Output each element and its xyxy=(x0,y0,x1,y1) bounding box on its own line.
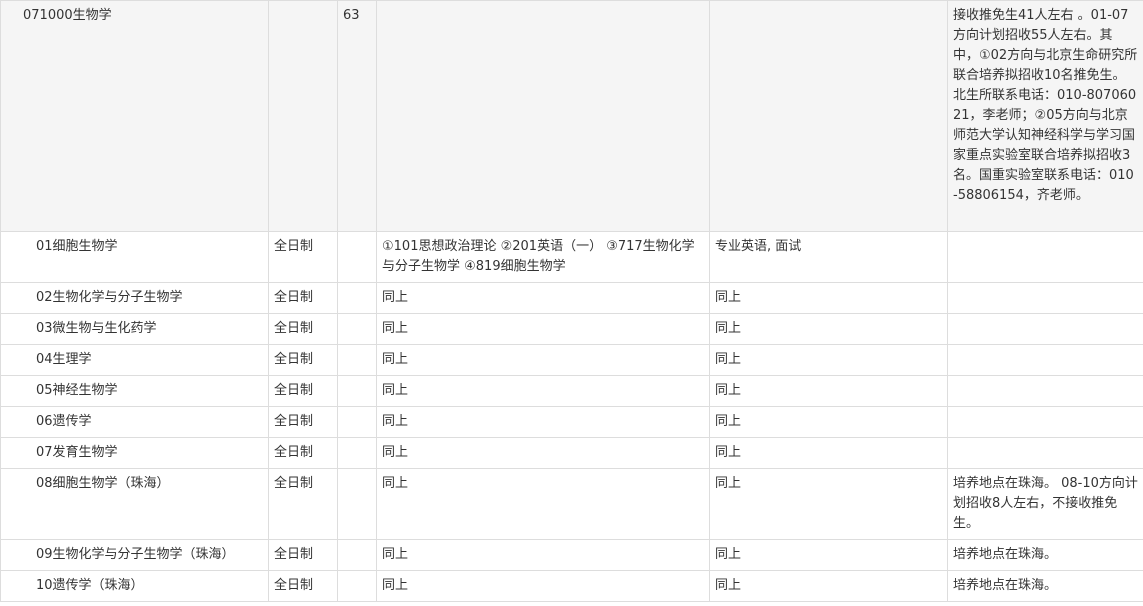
direction-name: 08细胞生物学（珠海） xyxy=(1,469,269,540)
direction-name: 03微生物与生化药学 xyxy=(1,314,269,345)
direction-row: 09生物化学与分子生物学（珠海）全日制同上同上培养地点在珠海。 xyxy=(1,540,1143,571)
study-mode: 全日制 xyxy=(269,571,338,602)
admissions-table: 071000生物学 63 接收推免生41人左右 。01-07方向计划招收55人左… xyxy=(0,0,1143,602)
study-mode: 全日制 xyxy=(269,438,338,469)
retest-subjects: 同上 xyxy=(710,314,948,345)
exam-subjects: 同上 xyxy=(377,438,710,469)
enrollment-count xyxy=(338,345,377,376)
study-mode: 全日制 xyxy=(269,376,338,407)
direction-row: 10遗传学（珠海）全日制同上同上培养地点在珠海。 xyxy=(1,571,1143,602)
retest-subjects: 同上 xyxy=(710,540,948,571)
exam-subjects: 同上 xyxy=(377,345,710,376)
exam-subjects: 同上 xyxy=(377,376,710,407)
notes xyxy=(948,376,1143,407)
notes: 培养地点在珠海。 xyxy=(948,571,1143,602)
direction-name: 09生物化学与分子生物学（珠海） xyxy=(1,540,269,571)
exam-subjects: 同上 xyxy=(377,571,710,602)
notes: 培养地点在珠海。 xyxy=(948,540,1143,571)
retest-subjects: 同上 xyxy=(710,438,948,469)
direction-name: 05神经生物学 xyxy=(1,376,269,407)
notes xyxy=(948,438,1143,469)
retest-subjects: 专业英语, 面试 xyxy=(710,232,948,283)
study-mode: 全日制 xyxy=(269,540,338,571)
direction-name: 02生物化学与分子生物学 xyxy=(1,283,269,314)
major-name: 071000生物学 xyxy=(1,1,269,232)
notes xyxy=(948,345,1143,376)
exam-subjects: 同上 xyxy=(377,469,710,540)
direction-row: 05神经生物学全日制 同上同上 xyxy=(1,376,1143,407)
enrollment-count xyxy=(338,232,377,283)
retest-subjects xyxy=(710,1,948,232)
exam-subjects: 同上 xyxy=(377,314,710,345)
retest-subjects: 同上 xyxy=(710,283,948,314)
enrollment-count xyxy=(338,571,377,602)
retest-subjects: 同上 xyxy=(710,407,948,438)
enrollment-count xyxy=(338,283,377,314)
direction-name: 10遗传学（珠海） xyxy=(1,571,269,602)
direction-row: 07发育生物学全日制 同上同上 xyxy=(1,438,1143,469)
study-mode: 全日制 xyxy=(269,314,338,345)
exam-subjects: 同上 xyxy=(377,407,710,438)
notes xyxy=(948,283,1143,314)
exam-subjects xyxy=(377,1,710,232)
notes: 接收推免生41人左右 。01-07方向计划招收55人左右。其中，①02方向与北京… xyxy=(948,1,1143,232)
enrollment-count xyxy=(338,376,377,407)
notes xyxy=(948,232,1143,283)
enrollment-count: 63 xyxy=(338,1,377,232)
exam-subjects: 同上 xyxy=(377,283,710,314)
enrollment-count xyxy=(338,469,377,540)
notes: 培养地点在珠海。 08-10方向计划招收8人左右，不接收推免生。 xyxy=(948,469,1143,540)
direction-row: 04生理学全日制 同上同上 xyxy=(1,345,1143,376)
study-mode: 全日制 xyxy=(269,469,338,540)
exam-subjects: ①101思想政治理论 ②201英语（一） ③717生物化学与分子生物学 ④819… xyxy=(377,232,710,283)
major-row: 071000生物学 63 接收推免生41人左右 。01-07方向计划招收55人左… xyxy=(1,1,1143,232)
direction-name: 06遗传学 xyxy=(1,407,269,438)
direction-row: 02生物化学与分子生物学全日制 同上同上 xyxy=(1,283,1143,314)
enrollment-count xyxy=(338,438,377,469)
enrollment-count xyxy=(338,407,377,438)
enrollment-count xyxy=(338,314,377,345)
direction-row: 06遗传学全日制 同上同上 xyxy=(1,407,1143,438)
direction-name: 04生理学 xyxy=(1,345,269,376)
retest-subjects: 同上 xyxy=(710,376,948,407)
notes xyxy=(948,314,1143,345)
study-mode: 全日制 xyxy=(269,407,338,438)
study-mode: 全日制 xyxy=(269,345,338,376)
direction-name: 01细胞生物学 xyxy=(1,232,269,283)
retest-subjects: 同上 xyxy=(710,571,948,602)
direction-row: 08细胞生物学（珠海）全日制同上同上培养地点在珠海。 08-10方向计划招收8人… xyxy=(1,469,1143,540)
notes xyxy=(948,407,1143,438)
study-mode: 全日制 xyxy=(269,283,338,314)
direction-row: 03微生物与生化药学全日制 同上同上 xyxy=(1,314,1143,345)
retest-subjects: 同上 xyxy=(710,469,948,540)
study-mode xyxy=(269,1,338,232)
exam-subjects: 同上 xyxy=(377,540,710,571)
direction-name: 07发育生物学 xyxy=(1,438,269,469)
direction-row: 01细胞生物学全日制 ①101思想政治理论 ②201英语（一） ③717生物化学与… xyxy=(1,232,1143,283)
study-mode: 全日制 xyxy=(269,232,338,283)
enrollment-count xyxy=(338,540,377,571)
retest-subjects: 同上 xyxy=(710,345,948,376)
